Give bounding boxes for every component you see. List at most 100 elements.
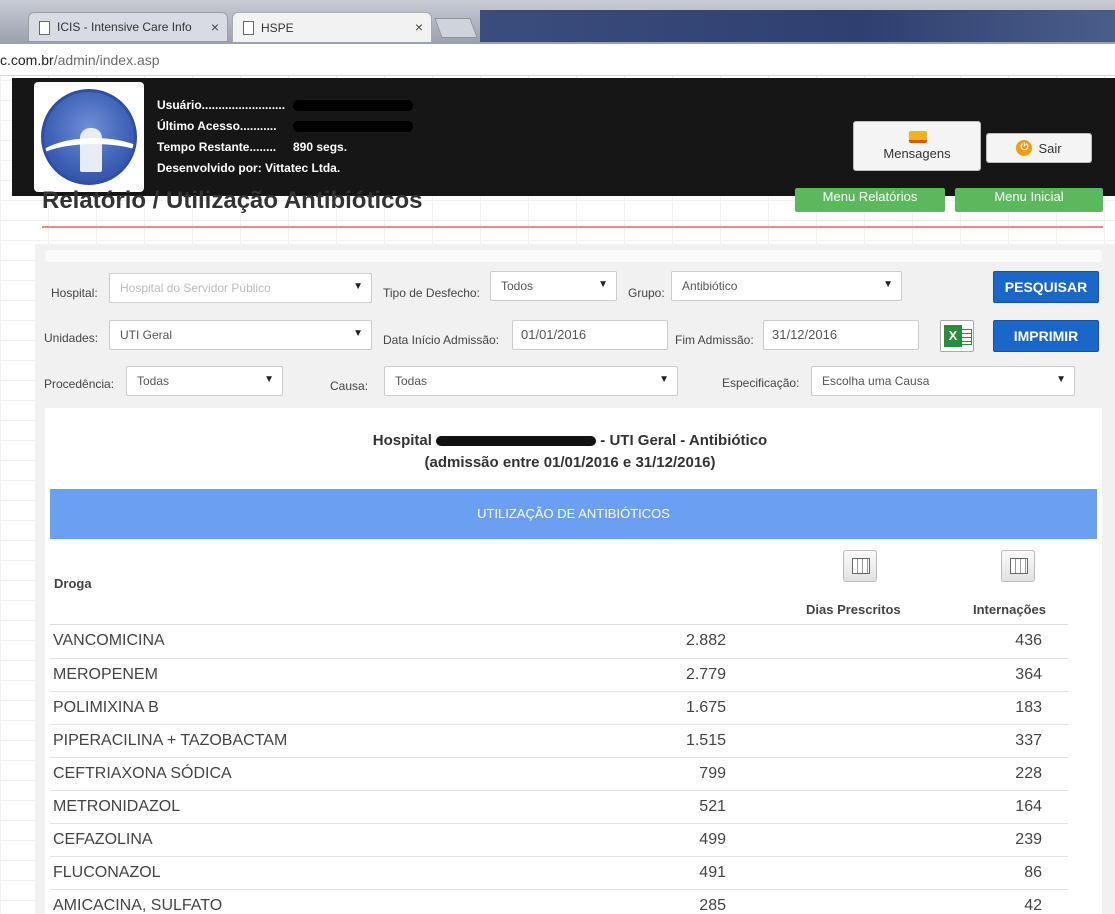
print-button[interactable]: IMPRIMIR [993,320,1099,352]
url-domain: c.com.br [0,52,54,68]
chart-icon [1010,558,1028,574]
origin-select[interactable]: Todas ▼ [126,366,283,396]
user-info: Usuário......................... Último … [157,95,413,179]
days-cell: 2.882 [648,625,908,659]
reports-menu-button[interactable]: Menu Relatórios [795,188,945,212]
table-row: MEROPENEM 2.779 364 [50,658,1068,692]
specification-select[interactable]: Escolha uma Causa ▼ [811,366,1075,396]
table-row: FLUCONAZOL 491 86 [50,856,1068,890]
days-chart-button[interactable] [843,550,877,582]
page-icon [39,21,50,35]
report-subtitle: (admissão entre 01/01/2016 e 31/12/2016) [424,454,716,471]
drug-cell: VANCOMICINA [50,625,648,659]
outcome-label: Tipo de Desfecho: [383,286,480,300]
excel-grid-icon [961,329,972,345]
drug-cell: METRONIDAZOL [50,790,648,824]
drug-cell: AMICACINA, SULFATO [50,889,648,914]
browser-tab-icis[interactable]: ICIS - Intensive Care Info × [28,12,228,42]
new-tab-button[interactable] [434,18,478,38]
excel-x-icon: X [944,325,962,347]
cause-value: Todas [395,374,428,388]
chevron-down-icon: ▼ [353,281,363,292]
admissions-cell: 164 [908,790,1068,824]
chevron-down-icon: ▼ [659,374,669,385]
app-header: Usuário......................... Último … [12,78,1115,196]
admissions-cell: 239 [908,823,1068,857]
table-row: POLIMIXINA B 1.675 183 [50,691,1068,725]
redacted-text [293,121,413,132]
days-cell: 1.675 [648,691,908,725]
days-cell: 1.515 [648,724,908,758]
drug-cell: CEFTRIAXONA SÓDICA [50,757,648,791]
messages-button[interactable]: Mensagens [853,121,981,171]
chevron-down-icon: ▼ [598,279,608,290]
cause-label: Causa: [330,379,369,393]
days-cell: 491 [648,856,908,890]
time-left-label: Tempo Restante........ [157,140,277,154]
redacted-text [436,436,597,447]
hospital-value: Hospital do Servidor Público [120,281,271,295]
page-title: Relatório / Utilização Antibióticos [42,187,423,214]
logout-label: Sair [1038,140,1062,156]
close-icon[interactable]: × [415,19,423,35]
table-row: AMICACINA, SULFATO 285 42 [50,889,1068,914]
column-header-days: Dias Prescritos [806,602,901,617]
report-title-prefix: Hospital [372,432,432,449]
hospital-select[interactable]: Hospital do Servidor Público ▼ [109,273,372,303]
last-access-label: Último Acesso........... [157,119,277,133]
user-label: Usuário......................... [157,98,286,112]
units-label: Unidades: [44,331,99,345]
excel-export-icon[interactable]: X [940,320,974,352]
admissions-chart-button[interactable] [1001,550,1035,582]
chart-icon [852,558,870,574]
units-select[interactable]: UTI Geral ▼ [109,320,372,350]
admissions-cell: 183 [908,691,1068,725]
specification-value: Escolha uma Causa [822,374,930,388]
end-date-input[interactable]: 31/12/2016 [763,320,919,350]
address-bar[interactable]: c.com.br/admin/index.asp [0,44,1115,76]
chevron-down-icon: ▼ [264,374,274,385]
column-header-drug: Droga [54,576,92,591]
cause-select[interactable]: Todas ▼ [384,366,678,396]
usage-table: VANCOMICINA 2.882 436 MEROPENEM 2.779 364 POLI… [50,625,1068,914]
search-button[interactable]: PESQUISAR [993,271,1099,303]
logout-button[interactable]: ⏻ Sair [986,133,1092,163]
wave-icon [44,138,134,182]
title-divider [42,226,1103,228]
report-title-suffix: - UTI Geral - Antibiótico [600,432,768,449]
messages-label: Mensagens [883,146,951,161]
admissions-cell: 42 [908,889,1068,914]
drug-cell: PIPERACILINA + TAZOBACTAM [50,724,648,758]
drug-cell: MEROPENEM [50,658,648,692]
table-row: CEFAZOLINA 499 239 [50,823,1068,857]
admissions-cell: 228 [908,757,1068,791]
drug-cell: CEFAZOLINA [50,823,648,857]
days-cell: 499 [648,823,908,857]
admissions-cell: 337 [908,724,1068,758]
admissions-cell: 86 [908,856,1068,890]
start-date-label: Data Início Admissão: [383,333,500,347]
table-row: VANCOMICINA 2.882 436 [50,625,1068,659]
start-date-input[interactable]: 01/01/2016 [512,320,668,350]
group-value: Antibiótico [682,279,738,293]
home-menu-button[interactable]: Menu Inicial [955,188,1103,212]
close-icon[interactable]: × [211,19,219,35]
url-path: /admin/index.asp [53,52,160,68]
days-cell: 2.779 [648,658,908,692]
drug-cell: FLUCONAZOL [50,856,648,890]
table-row: METRONIDAZOL 521 164 [50,790,1068,824]
admissions-cell: 436 [908,625,1068,659]
table-row: CEFTRIAXONA SÓDICA 799 228 [50,757,1068,791]
drug-cell: POLIMIXINA B [50,691,648,725]
days-cell: 799 [648,757,908,791]
power-icon: ⏻ [1016,140,1033,156]
section-header: UTILIZAÇÃO DE ANTIBIÓTICOS [50,489,1097,539]
time-left-value: 890 segs. [293,140,348,154]
days-cell: 521 [648,790,908,824]
report-title: Hospital - UTI Geral - Antibiótico (admi… [0,430,1115,474]
browser-tab-hspe[interactable]: HSPE × [232,12,432,42]
outcome-select[interactable]: Todos ▼ [490,271,617,301]
group-label: Grupo: [628,286,665,300]
group-select[interactable]: Antibiótico ▼ [671,271,902,301]
origin-value: Todas [137,374,170,388]
